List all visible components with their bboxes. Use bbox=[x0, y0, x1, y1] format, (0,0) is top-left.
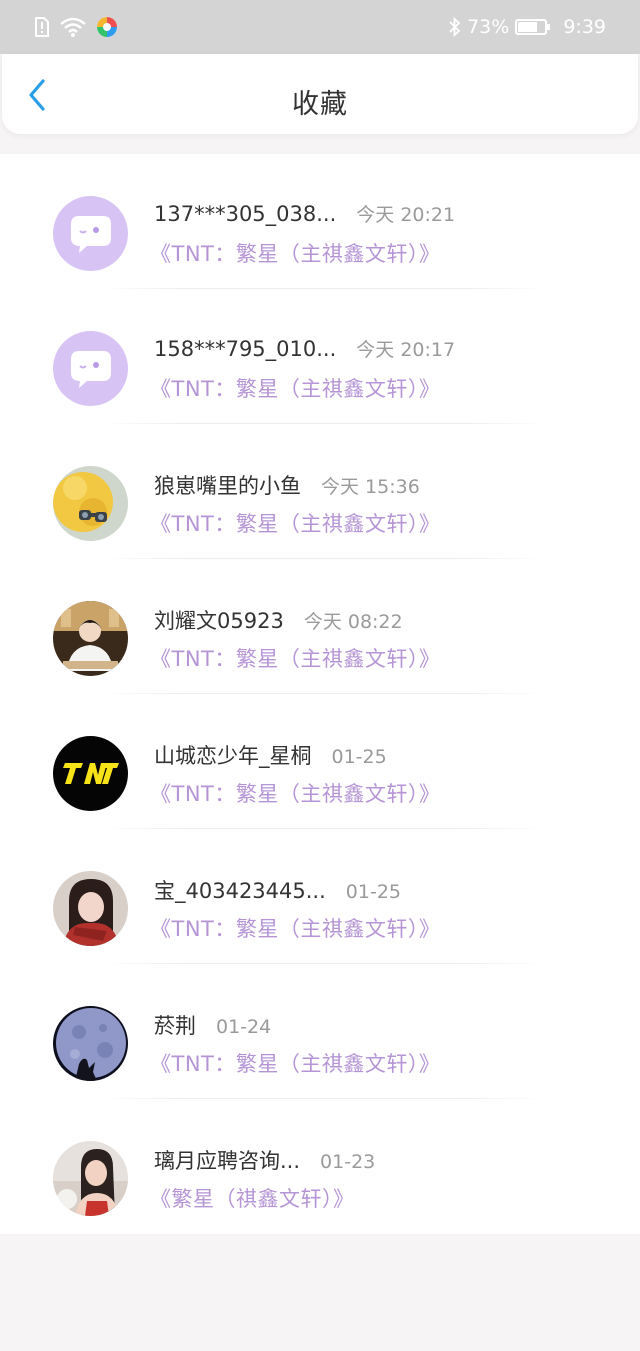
list-item[interactable]: 璃月应聘咨询... 01-23 《繁星（祺鑫文轩）》 bbox=[0, 1099, 640, 1234]
chat-bubble-avatar-icon bbox=[53, 196, 128, 271]
girl-red-scarf-avatar bbox=[53, 871, 128, 946]
app-colorful-icon bbox=[96, 16, 118, 38]
user-name: 刘耀文05923 bbox=[154, 609, 284, 633]
list-item[interactable]: 刘耀文05923 今天 08:22 《TNT：繁星（主祺鑫文轩）》 bbox=[0, 559, 640, 694]
item-time: 01-25 bbox=[331, 746, 387, 768]
page-title: 收藏 bbox=[292, 89, 348, 120]
item-title-link[interactable]: 《TNT：繁星（主祺鑫文轩）》 bbox=[150, 913, 440, 943]
item-header: 狼崽嘴里的小鱼 今天 15:36 bbox=[154, 470, 420, 500]
item-header: 158***795_010... 今天 20:17 bbox=[154, 335, 455, 362]
item-time: 01-25 bbox=[345, 881, 401, 903]
list-item[interactable]: 宝_403423445... 01-25 《TNT：繁星（主祺鑫文轩）》 bbox=[0, 829, 640, 964]
yellow-bird-avatar bbox=[53, 466, 128, 541]
list-item[interactable]: 狼崽嘴里的小鱼 今天 15:36 《TNT：繁星（主祺鑫文轩）》 bbox=[0, 424, 640, 559]
list-item[interactable]: 菸荆 01-24 《TNT：繁星（主祺鑫文轩）》 bbox=[0, 964, 640, 1099]
item-header: 宝_403423445... 01-25 bbox=[154, 875, 401, 905]
item-title-link[interactable]: 《TNT：繁星（主祺鑫文轩）》 bbox=[150, 508, 440, 538]
item-time: 今天 08:22 bbox=[303, 611, 403, 633]
item-time: 01-24 bbox=[216, 1016, 272, 1038]
item-title-link[interactable]: 《TNT：繁星（主祺鑫文轩）》 bbox=[150, 1048, 440, 1078]
list-item[interactable]: 山城恋少年_星桐 01-25 《TNT：繁星（主祺鑫文轩）》 bbox=[0, 694, 640, 829]
item-header: 刘耀文05923 今天 08:22 bbox=[154, 605, 403, 635]
user-name: 菸荆 bbox=[154, 1014, 196, 1038]
moon-avatar bbox=[53, 1006, 128, 1081]
girl-photo-avatar bbox=[53, 1141, 128, 1216]
status-bar: 73% 9:39 bbox=[0, 0, 640, 54]
wifi-icon bbox=[60, 17, 86, 37]
list-item[interactable]: 137***305_038... 今天 20:21 《TNT：繁星（主祺鑫文轩）… bbox=[0, 154, 640, 289]
item-time: 今天 15:36 bbox=[321, 476, 420, 498]
item-time: 今天 20:17 bbox=[356, 339, 456, 361]
item-header: 璃月应聘咨询... 01-23 bbox=[154, 1145, 375, 1175]
status-right: 73% 9:39 bbox=[449, 16, 606, 38]
tnt-logo-avatar bbox=[53, 736, 128, 811]
user-name: 山城恋少年_星桐 bbox=[154, 744, 312, 768]
boy-photo-avatar bbox=[53, 601, 128, 676]
user-name: 137***305_038... bbox=[154, 202, 337, 226]
user-name: 宝_403423445... bbox=[154, 879, 326, 903]
item-header: 菸荆 01-24 bbox=[154, 1010, 271, 1040]
status-left bbox=[34, 16, 118, 38]
item-title-link[interactable]: 《TNT：繁星（主祺鑫文轩）》 bbox=[150, 778, 440, 808]
user-name: 158***795_010... bbox=[154, 337, 337, 361]
item-title-link[interactable]: 《TNT：繁星（主祺鑫文轩）》 bbox=[150, 373, 440, 403]
item-time: 今天 20:21 bbox=[356, 204, 456, 226]
user-name: 狼崽嘴里的小鱼 bbox=[154, 474, 301, 498]
sim-alert-icon bbox=[34, 17, 50, 37]
battery-percent: 73% bbox=[467, 16, 510, 38]
list-item[interactable]: 158***795_010... 今天 20:17 《TNT：繁星（主祺鑫文轩）… bbox=[0, 289, 640, 424]
battery-icon bbox=[515, 18, 551, 36]
item-header: 137***305_038... 今天 20:21 bbox=[154, 200, 455, 227]
user-name: 璃月应聘咨询... bbox=[154, 1149, 301, 1173]
item-header: 山城恋少年_星桐 01-25 bbox=[154, 740, 387, 770]
chat-bubble-avatar-icon bbox=[53, 331, 128, 406]
bluetooth-icon bbox=[449, 17, 461, 37]
item-time: 01-23 bbox=[320, 1151, 376, 1173]
favorites-list: 137***305_038... 今天 20:21 《TNT：繁星（主祺鑫文轩）… bbox=[0, 154, 640, 1234]
header: 收藏 bbox=[2, 54, 638, 134]
item-title-link[interactable]: 《TNT：繁星（主祺鑫文轩）》 bbox=[150, 643, 440, 673]
item-title-link[interactable]: 《繁星（祺鑫文轩）》 bbox=[150, 1183, 355, 1213]
status-time: 9:39 bbox=[563, 16, 606, 38]
item-title-link[interactable]: 《TNT：繁星（主祺鑫文轩）》 bbox=[150, 238, 440, 268]
